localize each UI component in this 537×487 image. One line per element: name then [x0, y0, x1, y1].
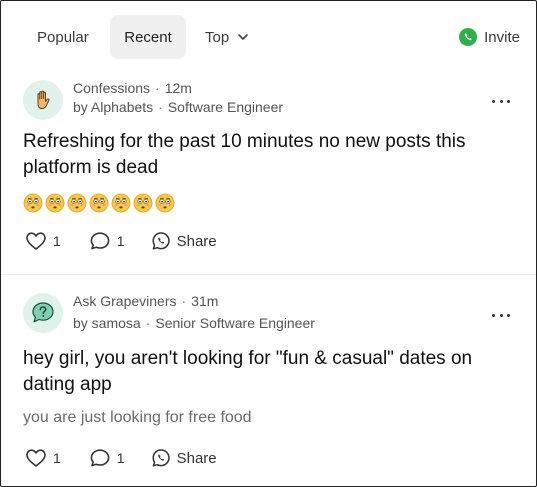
comment-button[interactable]: 1: [89, 448, 125, 468]
flushed-face-icon: [111, 193, 131, 213]
share-button[interactable]: Share: [151, 448, 217, 468]
flushed-face-icon: [23, 193, 43, 213]
separator-dot: ·: [181, 293, 187, 309]
tab-popular-label: Popular: [37, 28, 89, 46]
post-actions: 1 1 Share: [25, 229, 217, 253]
tab-top[interactable]: Top: [195, 15, 259, 59]
comment-bubble-icon: [90, 449, 110, 467]
comment-bubble-icon: [90, 232, 110, 250]
post-time: 31m: [191, 293, 219, 309]
author-role: Senior Software Engineer: [155, 315, 315, 331]
comment-count: 1: [116, 450, 125, 466]
separator-dot: ·: [158, 99, 163, 115]
post-card[interactable]: Confessions · 12m by Alphabets · Software En…: [1, 71, 536, 274]
channel-avatar[interactable]: [23, 293, 63, 333]
flushed-face-icon: [133, 193, 153, 213]
share-label: Share: [176, 449, 217, 467]
post-title[interactable]: Refreshing for the past 10 minutes no ne…: [23, 129, 513, 181]
invite-button[interactable]: Invite: [458, 23, 520, 51]
channel-name[interactable]: Confessions: [73, 80, 150, 96]
feed-tab-bar: Popular Recent Top Invite: [1, 1, 536, 71]
post-meta-author: by Alphabets · Software Engineer: [73, 99, 283, 115]
like-count: 1: [53, 450, 61, 466]
invite-label: Invite: [484, 28, 520, 46]
whatsapp-share-icon: [152, 449, 170, 467]
channel-avatar[interactable]: [23, 80, 63, 120]
channel-name[interactable]: Ask Grapeviners: [73, 293, 176, 309]
heart-icon: [26, 449, 46, 467]
post-actions: 1 1 Share: [25, 446, 217, 470]
tab-recent-label: Recent: [124, 28, 172, 46]
whatsapp-share-icon: [152, 232, 170, 250]
heart-icon: [26, 232, 46, 250]
tab-top-label: Top: [205, 28, 230, 46]
like-button[interactable]: 1: [25, 448, 61, 468]
flushed-face-icon: [45, 193, 65, 213]
author-name[interactable]: by Alphabets: [73, 99, 153, 115]
emoji-row: [23, 193, 175, 213]
flushed-face-icon: [155, 193, 175, 213]
feed-frame: Popular Recent Top Invite Confessions · …: [0, 0, 537, 487]
like-button[interactable]: 1: [25, 231, 61, 251]
post-title[interactable]: hey girl, you aren't looking for "fun & …: [23, 346, 513, 398]
post-card[interactable]: Ask Grapeviners · 31m by samosa · Senior Sof…: [1, 275, 536, 486]
author-name[interactable]: by samosa: [73, 315, 141, 331]
chevron-down-icon: [238, 34, 248, 40]
question-speech-bubble-icon: [32, 302, 54, 323]
share-label: Share: [176, 232, 217, 250]
post-meta-channel: Ask Grapeviners · 31m: [73, 293, 218, 309]
separator-dot: ·: [145, 315, 151, 331]
raised-hand-icon: [37, 90, 50, 110]
comment-count: 1: [116, 233, 125, 249]
tab-recent[interactable]: Recent: [110, 15, 186, 59]
post-time: 12m: [164, 80, 192, 96]
whatsapp-icon: [459, 28, 478, 46]
post-meta-author: by samosa · Senior Software Engineer: [73, 315, 315, 331]
share-button[interactable]: Share: [151, 231, 217, 251]
post-meta-channel: Confessions · 12m: [73, 80, 192, 96]
comment-button[interactable]: 1: [89, 231, 125, 251]
flushed-face-icon: [67, 193, 87, 213]
more-options-icon[interactable]: [492, 310, 510, 320]
tab-popular[interactable]: Popular: [25, 15, 101, 59]
more-options-icon[interactable]: [492, 96, 510, 106]
author-role: Software Engineer: [167, 99, 284, 115]
separator-dot: ·: [155, 80, 160, 96]
flushed-face-icon: [89, 193, 109, 213]
post-body[interactable]: you are just looking for free food: [23, 409, 252, 427]
like-count: 1: [53, 233, 61, 249]
